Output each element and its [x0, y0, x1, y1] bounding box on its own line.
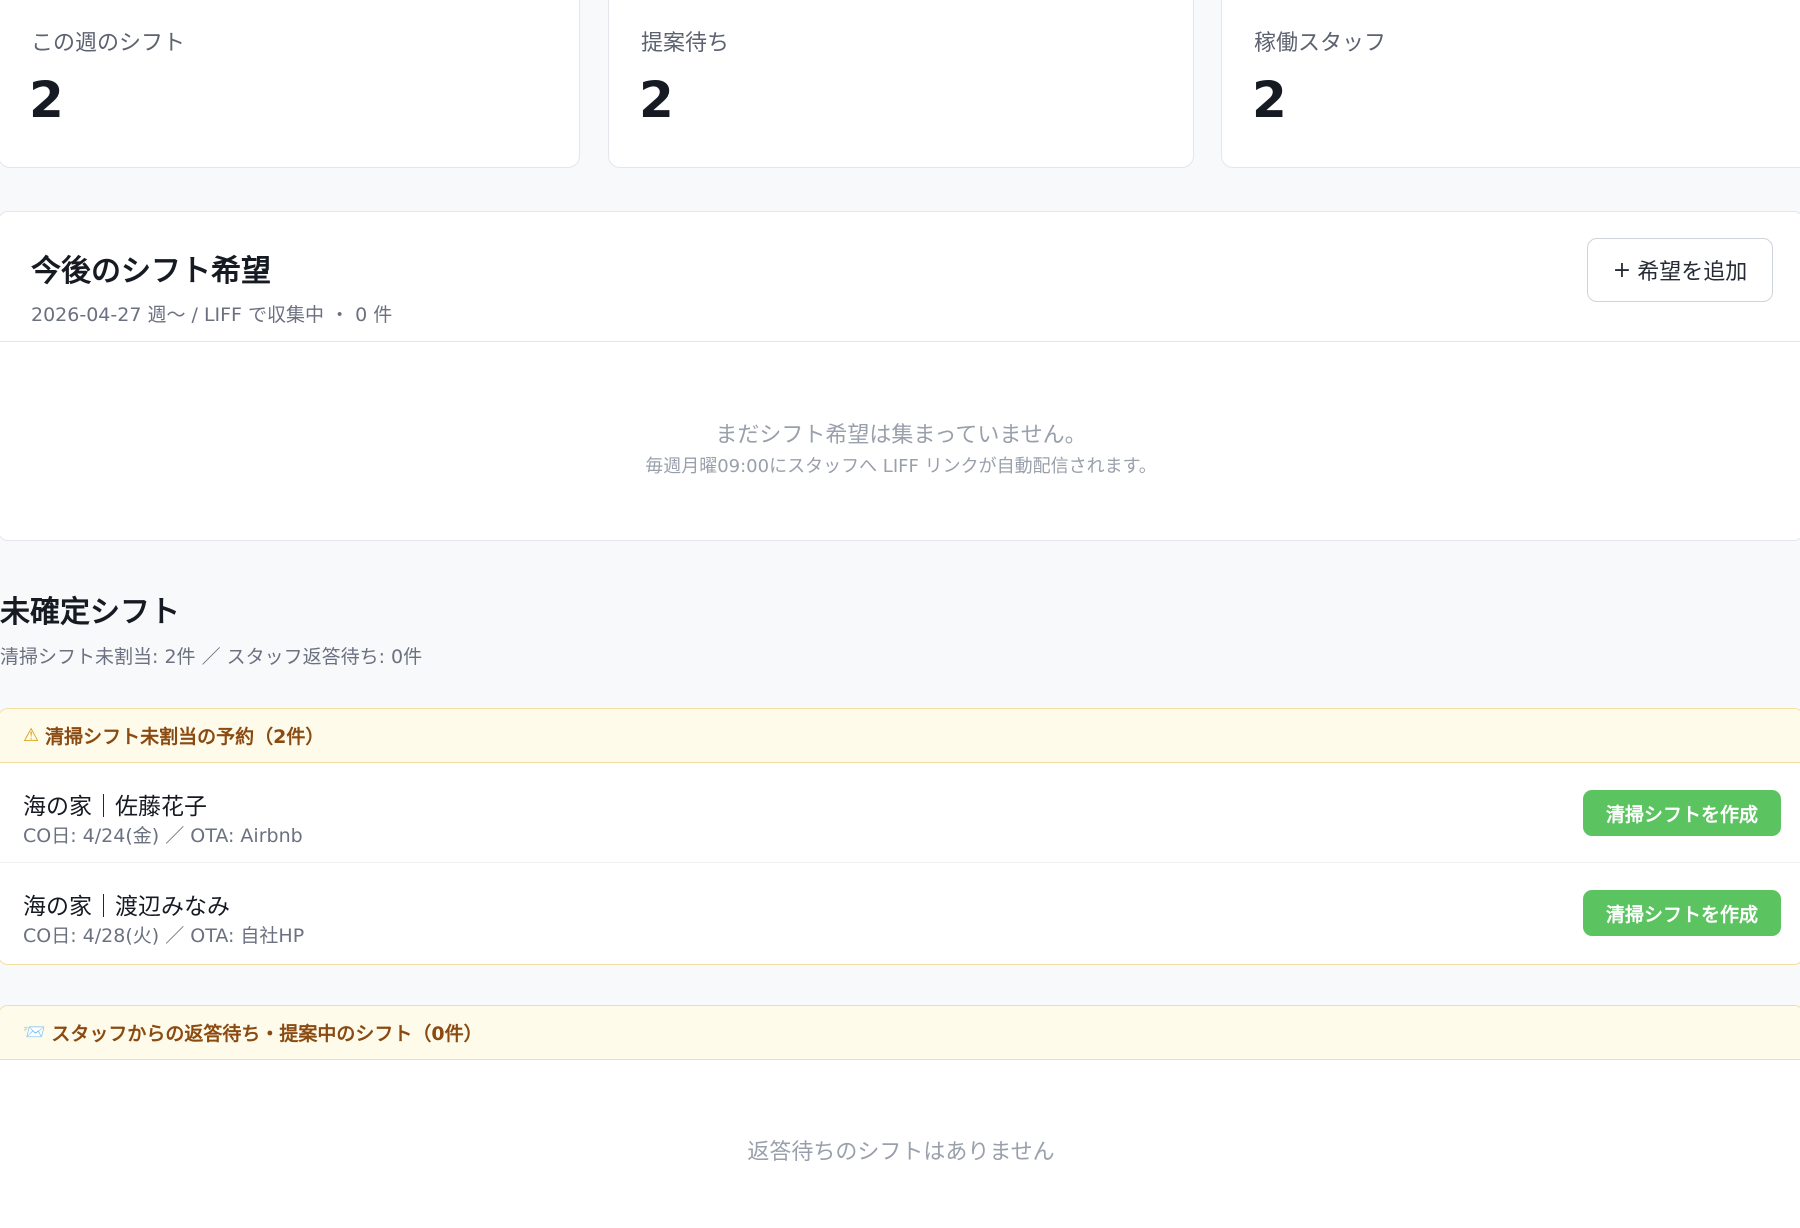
- reservation-meta: CO日: 4/24(金) ／ OTA: Airbnb: [23, 825, 303, 847]
- panel-header: 今後のシフト希望 2026-04-27 週〜 / LIFF で収集中 ・ 0 件…: [0, 212, 1800, 342]
- stat-label: 稼働スタッフ: [1254, 31, 1387, 56]
- unassigned-header: ⚠ 清掃シフト未割当の予約（2件）: [0, 709, 1800, 763]
- add-wish-button[interactable]: + 希望を追加: [1587, 238, 1773, 302]
- panel-title: 今後のシフト希望: [31, 254, 271, 289]
- section-title: 未確定シフト: [0, 595, 180, 630]
- shift-wishes-panel: 今後のシフト希望 2026-04-27 週〜 / LIFF で収集中 ・ 0 件…: [0, 211, 1800, 541]
- reservation-title: 海の家｜佐藤花子: [23, 794, 207, 820]
- plus-icon: +: [1612, 257, 1632, 283]
- awaiting-header-label: スタッフからの返答待ち・提案中のシフト（0件）: [51, 1023, 483, 1045]
- stat-value: 2: [1252, 71, 1287, 129]
- add-wish-label: 希望を追加: [1637, 260, 1748, 285]
- empty-state-message: 返答待ちのシフトはありません: [747, 1140, 1055, 1165]
- stat-card-pending-proposals: 提案待ち 2: [608, 0, 1194, 168]
- reservation-meta: CO日: 4/28(火) ／ OTA: 自社HP: [23, 925, 305, 947]
- stat-card-active-staff: 稼働スタッフ 2: [1221, 0, 1800, 168]
- create-cleaning-shift-button[interactable]: 清掃シフトを作成: [1583, 790, 1781, 836]
- unassigned-reservations-box: ⚠ 清掃シフト未割当の予約（2件） 海の家｜佐藤花子 CO日: 4/24(金) …: [0, 708, 1800, 965]
- create-cleaning-shift-button[interactable]: 清掃シフトを作成: [1583, 890, 1781, 936]
- stat-value: 2: [639, 71, 674, 129]
- warning-icon: ⚠: [23, 725, 40, 746]
- list-item: 海の家｜佐藤花子 CO日: 4/24(金) ／ OTA: Airbnb 清掃シフ…: [0, 763, 1800, 863]
- stat-card-week-shifts: この週のシフト 2: [0, 0, 580, 168]
- awaiting-header: 📨 スタッフからの返答待ち・提案中のシフト（0件）: [0, 1006, 1800, 1060]
- stat-label: この週のシフト: [31, 31, 186, 56]
- empty-state-message: まだシフト希望は集まっていません。: [715, 423, 1087, 448]
- empty-state-hint: 毎週月曜09:00にスタッフへ LIFF リンクが自動配信されます。: [645, 456, 1157, 477]
- awaiting-reply-box: 📨 スタッフからの返答待ち・提案中のシフト（0件） 返答待ちのシフトはありません: [0, 1005, 1800, 1228]
- stat-label: 提案待ち: [641, 31, 730, 56]
- reservation-title: 海の家｜渡辺みなみ: [23, 894, 230, 920]
- panel-subtitle: 2026-04-27 週〜 / LIFF で収集中 ・ 0 件: [31, 304, 393, 326]
- envelope-icon: 📨: [23, 1022, 46, 1043]
- list-item: 海の家｜渡辺みなみ CO日: 4/28(火) ／ OTA: 自社HP 清掃シフト…: [0, 863, 1800, 963]
- shift-dashboard: この週のシフト 2 提案待ち 2 稼働スタッフ 2 今後のシフト希望 2026-…: [0, 0, 1800, 1228]
- unassigned-header-label: 清掃シフト未割当の予約（2件）: [45, 726, 325, 748]
- stat-value: 2: [29, 71, 64, 129]
- section-subtitle: 清掃シフト未割当: 2件 ／ スタッフ返答待ち: 0件: [0, 646, 423, 668]
